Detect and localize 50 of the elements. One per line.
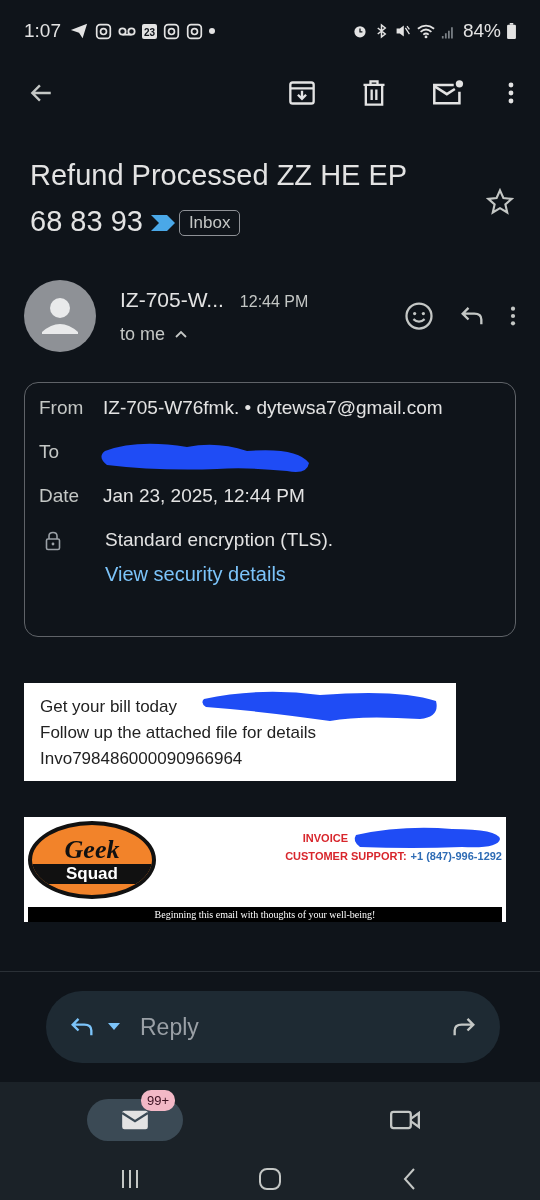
camera-icon (163, 22, 181, 40)
archive-icon[interactable] (288, 79, 316, 107)
camera-icon (95, 22, 112, 40)
mail-icon (121, 1109, 149, 1131)
video-camera-icon (390, 1109, 420, 1131)
battery-level: 84% (462, 20, 501, 42)
more-options-icon[interactable] (510, 305, 516, 327)
star-icon[interactable] (486, 188, 514, 216)
reply-field[interactable]: Reply (46, 991, 500, 1063)
dropdown-arrow-icon[interactable] (108, 1023, 120, 1031)
notice-text: Get your bill today (40, 697, 177, 717)
more-options-icon[interactable] (508, 81, 514, 105)
voicemail-icon (118, 26, 136, 36)
detail-label: From (39, 397, 85, 419)
sender-name: IZ-705-W... (120, 287, 224, 312)
detail-value: Jan 23, 2025, 12:44 PM (103, 485, 305, 507)
emoji-reaction-icon[interactable] (404, 301, 434, 331)
battery-icon (507, 23, 516, 39)
reply-input[interactable]: Reply (132, 1012, 438, 1042)
unread-count-badge: 99+ (141, 1090, 176, 1111)
notice-text: Follow up the attached file for details (40, 723, 316, 743)
notice-text: Invo798486000090966964 (40, 749, 243, 769)
detail-label: Date (39, 485, 81, 507)
logo-drawing: Geek Squad (28, 821, 156, 899)
mute-icon (394, 23, 411, 39)
alarm-icon (351, 23, 368, 39)
detail-label: To (39, 441, 61, 463)
paper-plane-icon (69, 22, 89, 40)
sent-time: 12:44 PM (239, 292, 309, 311)
label-chip[interactable]: Inbox (178, 210, 241, 237)
dot-icon (209, 28, 216, 34)
home-icon[interactable] (258, 1167, 282, 1191)
email-subject: 68 83 93 (30, 205, 143, 237)
caret-icon[interactable] (175, 330, 188, 338)
unread-mail-icon[interactable] (432, 79, 464, 107)
camera-icon (186, 22, 204, 40)
calendar-icon: 23 (142, 23, 158, 39)
phone-number: +1 (847)-996-1292 (410, 850, 502, 862)
email-subject: Refund Processed ZZ HE EP (30, 159, 408, 191)
avatar-icon (24, 280, 96, 352)
lock-icon (45, 531, 61, 551)
support-label: CUSTOMER SUPPORT: (285, 850, 407, 862)
encryption-info: Standard encryption (TLS). (105, 529, 334, 551)
security-details-link[interactable]: View security details (105, 563, 334, 586)
wifi-icon (416, 23, 435, 39)
recipient-summary: to me (120, 323, 166, 345)
detail-value: IZ-705-W76fmk. • dytewsa7@gmail.com (103, 397, 443, 419)
email-banner: Beginning this email with thoughts of your well-being! (28, 907, 502, 922)
clock: 1:07 (24, 20, 61, 42)
invoice-label: INVOICE (302, 832, 348, 844)
